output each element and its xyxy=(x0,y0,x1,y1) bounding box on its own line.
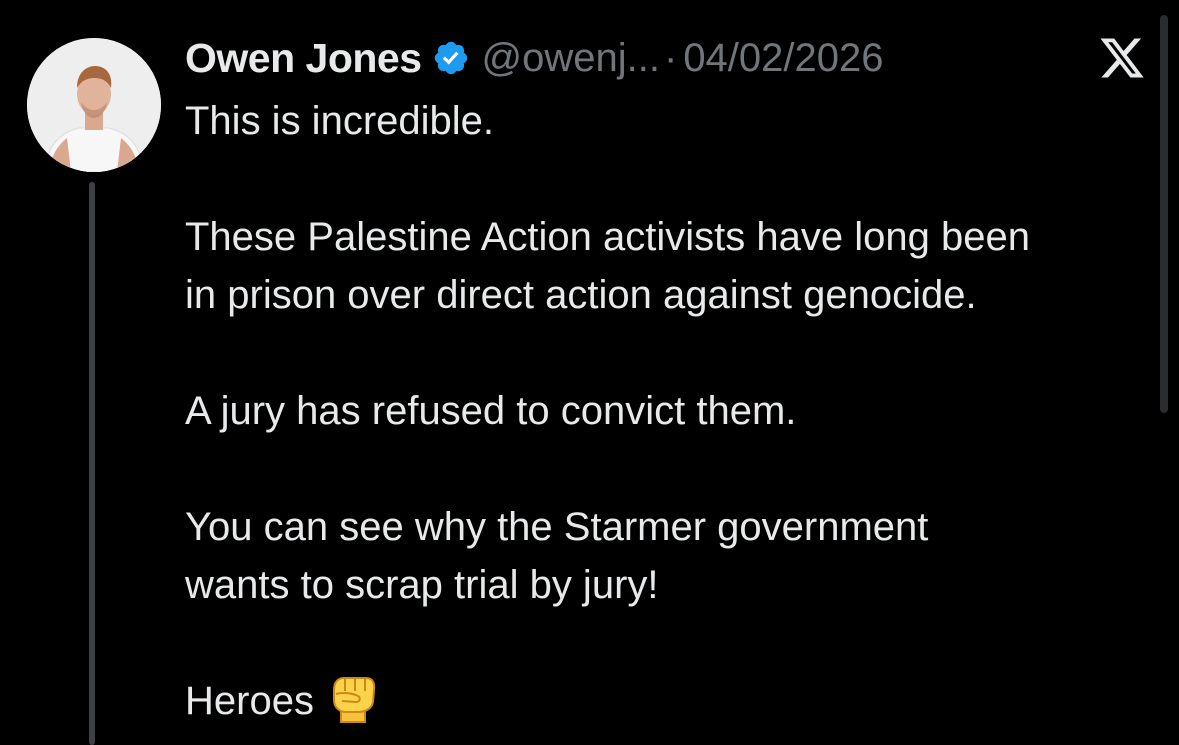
thread-line xyxy=(89,182,95,745)
author-handle[interactable]: @owenj... xyxy=(482,36,660,81)
raised-fist-emoji-icon xyxy=(328,672,378,724)
heroes-text: Heroes xyxy=(185,679,314,723)
tweet-paragraph: This is incredible. xyxy=(185,99,495,143)
tweet-paragraph: in prison over direct action against gen… xyxy=(185,273,977,317)
verified-badge-icon xyxy=(432,39,470,77)
scrollbar[interactable] xyxy=(1160,15,1168,413)
author-name[interactable]: Owen Jones xyxy=(185,35,422,82)
tweet-text: This is incredible. These Palestine Acti… xyxy=(185,92,1155,730)
avatar-image xyxy=(27,38,161,172)
tweet-header: Owen Jones @owenj... · 04/02/2026 xyxy=(185,30,884,86)
separator-dot: · xyxy=(663,35,678,80)
x-logo-icon[interactable] xyxy=(1097,34,1147,82)
tweet-paragraph-last: Heroes xyxy=(185,672,1155,730)
avatar[interactable] xyxy=(27,38,161,172)
tweet-paragraph: You can see why the Starmer government xyxy=(185,505,929,549)
tweet-paragraph: wants to scrap trial by jury! xyxy=(185,563,659,607)
post-date[interactable]: 04/02/2026 xyxy=(683,36,883,81)
tweet-card: Owen Jones @owenj... · 04/02/2026 This i… xyxy=(0,0,1179,745)
tweet-paragraph: A jury has refused to convict them. xyxy=(185,389,797,433)
tweet-paragraph: These Palestine Action activists have lo… xyxy=(185,215,1030,259)
